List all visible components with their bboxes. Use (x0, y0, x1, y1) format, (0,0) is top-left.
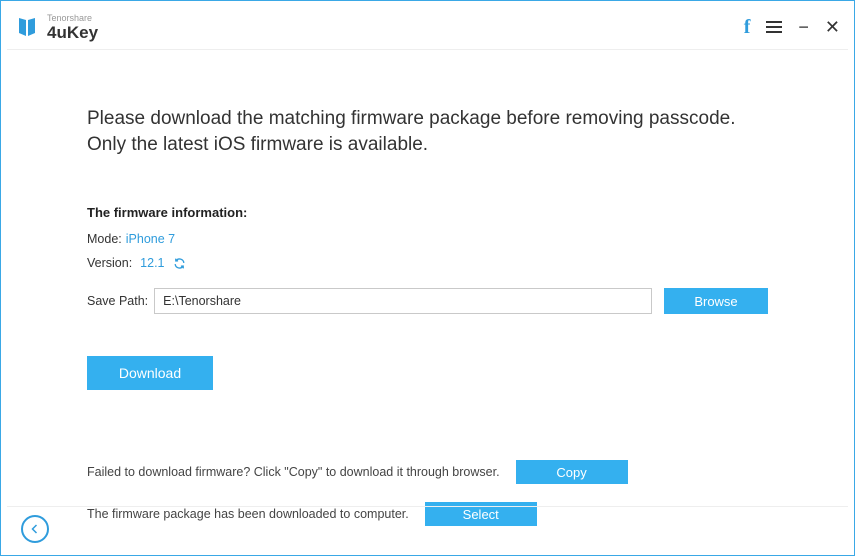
brand-product: 4uKey (47, 24, 98, 41)
version-row: Version: 12.1 (87, 256, 768, 270)
main-content: Please download the matching firmware pa… (1, 50, 854, 526)
chevron-left-icon (29, 523, 41, 535)
brand-block: Tenorshare 4uKey (47, 14, 98, 41)
copy-text: Failed to download firmware? Click "Copy… (87, 465, 500, 479)
app-logo-icon (15, 15, 39, 39)
mode-value: iPhone 7 (126, 232, 175, 246)
version-label: Version: (87, 256, 132, 270)
firmware-heading: The firmware information: (87, 205, 768, 220)
save-path-label: Save Path: (87, 294, 148, 308)
copy-row: Failed to download firmware? Click "Copy… (87, 460, 768, 484)
brand-company: Tenorshare (47, 14, 98, 23)
instruction-text: Please download the matching firmware pa… (87, 106, 768, 157)
save-path-row: Save Path: Browse (87, 288, 768, 314)
footer-divider (7, 506, 848, 507)
menu-icon[interactable] (766, 21, 782, 33)
titlebar: Tenorshare 4uKey f − ✕ (1, 1, 854, 49)
minimize-button[interactable]: − (798, 18, 809, 36)
title-controls: f − ✕ (744, 16, 840, 39)
browse-button[interactable]: Browse (664, 288, 768, 314)
back-button[interactable] (21, 515, 49, 543)
download-button[interactable]: Download (87, 356, 213, 390)
version-value: 12.1 (140, 256, 164, 270)
mode-label: Mode: (87, 232, 122, 246)
select-text: The firmware package has been downloaded… (87, 507, 409, 521)
mode-row: Mode: iPhone 7 (87, 232, 768, 246)
close-button[interactable]: ✕ (825, 18, 840, 36)
save-path-input[interactable] (154, 288, 652, 314)
bottom-rows: Failed to download firmware? Click "Copy… (87, 460, 768, 526)
refresh-icon[interactable] (173, 257, 186, 270)
app-window: Tenorshare 4uKey f − ✕ Please download t… (0, 0, 855, 556)
copy-button[interactable]: Copy (516, 460, 628, 484)
facebook-icon[interactable]: f (744, 16, 751, 39)
